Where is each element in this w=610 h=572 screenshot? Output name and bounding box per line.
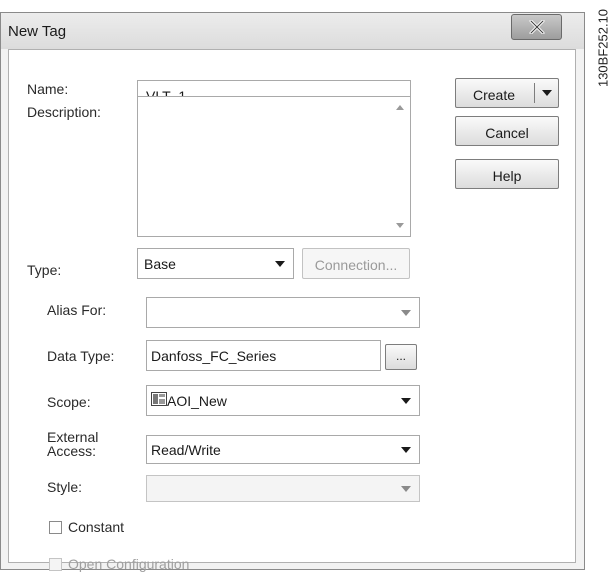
alias-for-select[interactable] <box>146 297 420 328</box>
chevron-down-icon <box>542 90 552 96</box>
alias-for-label: Alias For: <box>47 302 107 318</box>
data-type-label: Data Type: <box>47 348 115 364</box>
help-button[interactable]: Help <box>455 159 559 189</box>
scope-select[interactable]: AOI_New <box>146 385 420 416</box>
aoi-icon <box>151 392 167 409</box>
data-type-value: Danfoss_FC_Series <box>151 348 277 364</box>
external-access-select[interactable]: Read/Write <box>146 435 420 464</box>
constant-checkbox[interactable] <box>49 521 62 534</box>
chevron-down-icon <box>401 309 411 316</box>
style-label: Style: <box>47 479 83 495</box>
type-select[interactable]: Base <box>137 248 294 279</box>
cancel-button[interactable]: Cancel <box>455 116 559 146</box>
external-access-label-line2: Access: <box>47 443 97 459</box>
scope-label: Scope: <box>47 394 91 410</box>
name-label: Name: <box>27 81 69 97</box>
description-scrollbar[interactable] <box>390 97 410 236</box>
data-type-field[interactable]: Danfoss_FC_Series <box>146 340 381 371</box>
window-title: New Tag <box>8 23 67 40</box>
data-type-browse-button[interactable]: ... <box>385 344 417 370</box>
create-button[interactable]: Create <box>455 78 559 108</box>
create-dropdown-arrow[interactable] <box>535 79 559 107</box>
description-label: Description: <box>27 104 101 120</box>
figure-id-text: 130BF252.10 <box>595 8 610 88</box>
title-bar: New Tag <box>1 13 584 49</box>
cancel-button-label: Cancel <box>485 125 529 141</box>
new-tag-dialog: New Tag Name: VLT_1 Description: <box>0 12 585 572</box>
external-access-value: Read/Write <box>151 442 221 458</box>
scroll-up-icon <box>396 105 404 110</box>
create-button-label: Create <box>472 87 516 103</box>
open-configuration-label: Open Configuration <box>68 556 190 572</box>
chevron-down-icon <box>401 446 411 453</box>
type-label: Type: <box>27 262 62 278</box>
open-configuration-checkbox[interactable] <box>49 558 62 571</box>
help-button-label: Help <box>492 168 522 184</box>
chevron-down-icon <box>275 260 285 267</box>
close-button[interactable] <box>511 14 562 40</box>
browse-button-label: ... <box>395 349 406 363</box>
connection-button-label: Connection... <box>314 257 398 273</box>
dialog-body: Name: VLT_1 Description: Create Cancel <box>8 49 576 572</box>
style-select[interactable] <box>146 475 420 502</box>
scope-value: AOI_New <box>167 393 227 409</box>
chevron-down-icon <box>401 397 411 404</box>
connection-button[interactable]: Connection... <box>302 248 410 279</box>
chevron-down-icon <box>401 485 411 492</box>
figure-id-label: 130BF252.10 <box>596 2 610 94</box>
close-icon <box>529 20 545 34</box>
type-value: Base <box>144 256 176 272</box>
description-field[interactable] <box>137 96 411 237</box>
scroll-down-icon <box>396 223 404 228</box>
constant-label: Constant <box>68 519 125 535</box>
